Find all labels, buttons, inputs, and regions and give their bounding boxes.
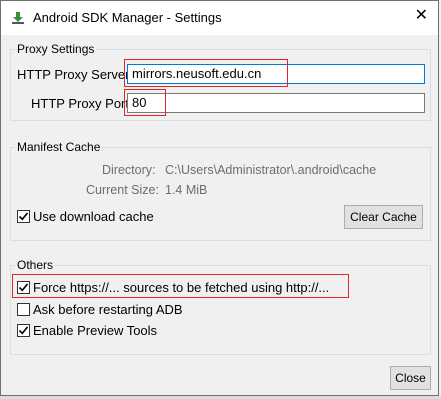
download-arrow-icon [12,12,24,24]
proxy-port-label: HTTP Proxy Port [31,96,130,111]
ask-restart-adb-checkbox[interactable] [17,303,30,316]
size-label: Current Size: [86,183,159,197]
title-bar[interactable]: Android SDK Manager - Settings ✕ [1,1,438,35]
proxy-server-label: HTTP Proxy Server [17,67,130,82]
force-http-checkbox[interactable] [17,281,30,294]
directory-value: C:\Users\Administrator\.android\cache [165,163,377,177]
others-label: Others [15,258,56,272]
manifest-cache-label: Manifest Cache [15,140,103,154]
size-value: 1.4 MiB [165,183,208,197]
checkmark-icon [18,326,29,335]
checkmark-icon [18,283,29,292]
clear-cache-button-label: Clear Cache [350,210,417,224]
close-button-label: Close [395,371,426,385]
close-window-icon[interactable]: ✕ [415,8,428,24]
checkmark-icon [18,212,29,221]
close-button[interactable]: Close [390,366,431,390]
clear-cache-button[interactable]: Clear Cache [344,205,423,229]
proxy-server-input[interactable]: mirrors.neusoft.edu.cn [127,64,425,84]
proxy-settings-label: Proxy Settings [15,42,97,56]
force-http-label[interactable]: Force https://... sources to be fetched … [33,280,329,295]
enable-preview-label[interactable]: Enable Preview Tools [33,323,157,338]
window-title: Android SDK Manager - Settings [33,10,222,25]
use-cache-checkbox[interactable] [17,210,30,223]
directory-label: Directory: [102,163,156,177]
use-cache-label[interactable]: Use download cache [33,209,154,224]
enable-preview-checkbox[interactable] [17,324,30,337]
proxy-port-input[interactable]: 80 [127,93,425,113]
ask-restart-adb-label[interactable]: Ask before restarting ADB [33,302,183,317]
settings-dialog: Android SDK Manager - Settings ✕ Proxy S… [0,0,439,396]
